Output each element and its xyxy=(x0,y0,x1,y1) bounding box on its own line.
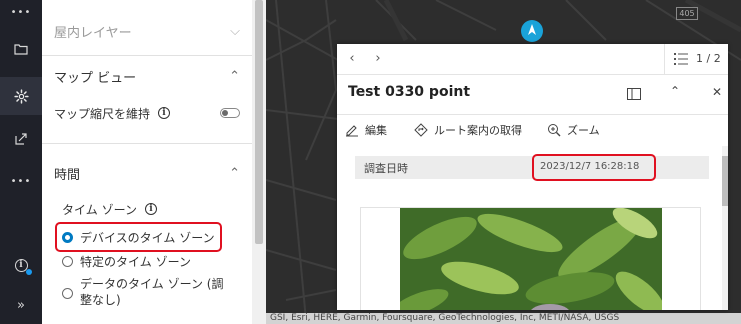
more-tools-icon[interactable]: ••• xyxy=(0,0,42,24)
chevron-up-icon: ⌃ xyxy=(229,68,240,84)
directions-label: ルート案内の取得 xyxy=(434,124,522,137)
chevron-down-icon: ⌵ xyxy=(230,23,240,39)
keep-scale-toggle[interactable] xyxy=(220,108,240,118)
directions-action[interactable]: ルート案内の取得 xyxy=(414,122,522,138)
chevron-up-icon: ⌃ xyxy=(229,165,240,181)
radio-button[interactable] xyxy=(62,288,73,299)
expand-rail-icon[interactable]: » xyxy=(0,286,42,324)
edit-action[interactable]: 編集 xyxy=(345,122,387,138)
section-map-view[interactable]: マップ ビュー ⌃ xyxy=(42,57,252,95)
radio-option-data[interactable]: データのタイム ゾーン (調 整なし) xyxy=(42,276,252,312)
edit-label: 編集 xyxy=(365,124,387,137)
popup-title: Test 0330 point xyxy=(348,84,471,100)
keep-scale-label: マップ縮尺を維持 xyxy=(54,106,151,121)
radio-label: データのタイム ゾーン (調 xyxy=(80,277,224,291)
info-icon[interactable]: i xyxy=(144,203,157,215)
section-title: マップ ビュー xyxy=(54,70,137,86)
panel-scrollbar[interactable] xyxy=(252,0,266,324)
about-button[interactable]: i xyxy=(0,246,42,284)
gear-icon xyxy=(13,88,29,104)
more-tools-icon[interactable]: ••• xyxy=(0,162,42,200)
share-icon xyxy=(15,133,27,145)
section-title: 屋内レイヤー xyxy=(54,25,132,41)
scrollbar-thumb[interactable] xyxy=(255,0,263,244)
pager-count: 1 / 2 xyxy=(696,52,721,65)
attachment-photo[interactable] xyxy=(400,208,662,310)
road-shield: 405 xyxy=(676,7,698,20)
settings-button[interactable] xyxy=(0,77,42,115)
app-rail: ••• ••• i » xyxy=(0,0,42,324)
divider xyxy=(337,114,728,115)
chevron-left-icon[interactable]: ‹ xyxy=(345,51,359,66)
radio-label-continued: 整なし) xyxy=(80,293,121,307)
directions-icon xyxy=(414,123,428,137)
divider xyxy=(42,55,252,56)
zoom-in-icon xyxy=(548,124,561,137)
section-time[interactable]: 時間 ⌃ xyxy=(42,154,252,192)
popup-pager-bar: ‹ › 1 / 2 xyxy=(337,44,728,75)
highlight-box xyxy=(55,222,222,252)
chevron-right-icon[interactable]: › xyxy=(371,51,385,66)
highlight-box xyxy=(532,154,656,181)
radio-option-specific[interactable]: 特定のタイム ゾーン xyxy=(42,251,252,271)
section-indoor-layer[interactable]: 屋内レイヤー ⌵ xyxy=(42,12,252,50)
radio-label: 特定のタイム ゾーン xyxy=(80,254,191,269)
folder-icon xyxy=(14,44,28,55)
map-attribution: GSI, Esri, HERE, Garmin, Foursquare, Geo… xyxy=(266,313,741,324)
keep-scale-row: マップ縮尺を維持 i xyxy=(42,102,252,124)
collapse-icon[interactable]: ⌃ xyxy=(670,84,680,98)
plant-photo-image xyxy=(400,208,662,310)
time-zone-label: タイム ゾーン xyxy=(62,202,137,217)
close-icon[interactable]: ✕ xyxy=(712,85,722,99)
info-icon: i xyxy=(14,258,32,275)
zoom-label: ズーム xyxy=(567,124,600,137)
radio-button[interactable] xyxy=(62,255,73,267)
time-zone-row: タイム ゾーン i xyxy=(42,198,252,220)
popup-scrollbar[interactable] xyxy=(722,146,728,310)
zoom-action[interactable]: ズーム xyxy=(547,122,600,138)
settings-panel: 屋内レイヤー ⌵ マップ ビュー ⌃ マップ縮尺を維持 i 時間 ⌃ タイム ゾ… xyxy=(42,0,252,324)
share-button[interactable] xyxy=(0,120,42,158)
section-title: 時間 xyxy=(54,167,81,183)
feature-list-icon[interactable] xyxy=(674,53,688,65)
notification-dot xyxy=(25,268,32,275)
layers-button[interactable] xyxy=(0,30,42,68)
location-marker-icon[interactable] xyxy=(521,20,543,42)
edit-icon xyxy=(346,125,358,137)
scrollbar-thumb[interactable] xyxy=(722,156,728,206)
info-icon[interactable]: i xyxy=(158,107,171,119)
dock-icon[interactable] xyxy=(627,88,641,100)
divider xyxy=(664,44,665,74)
divider xyxy=(42,143,252,144)
field-label: 調査日時 xyxy=(364,162,408,175)
